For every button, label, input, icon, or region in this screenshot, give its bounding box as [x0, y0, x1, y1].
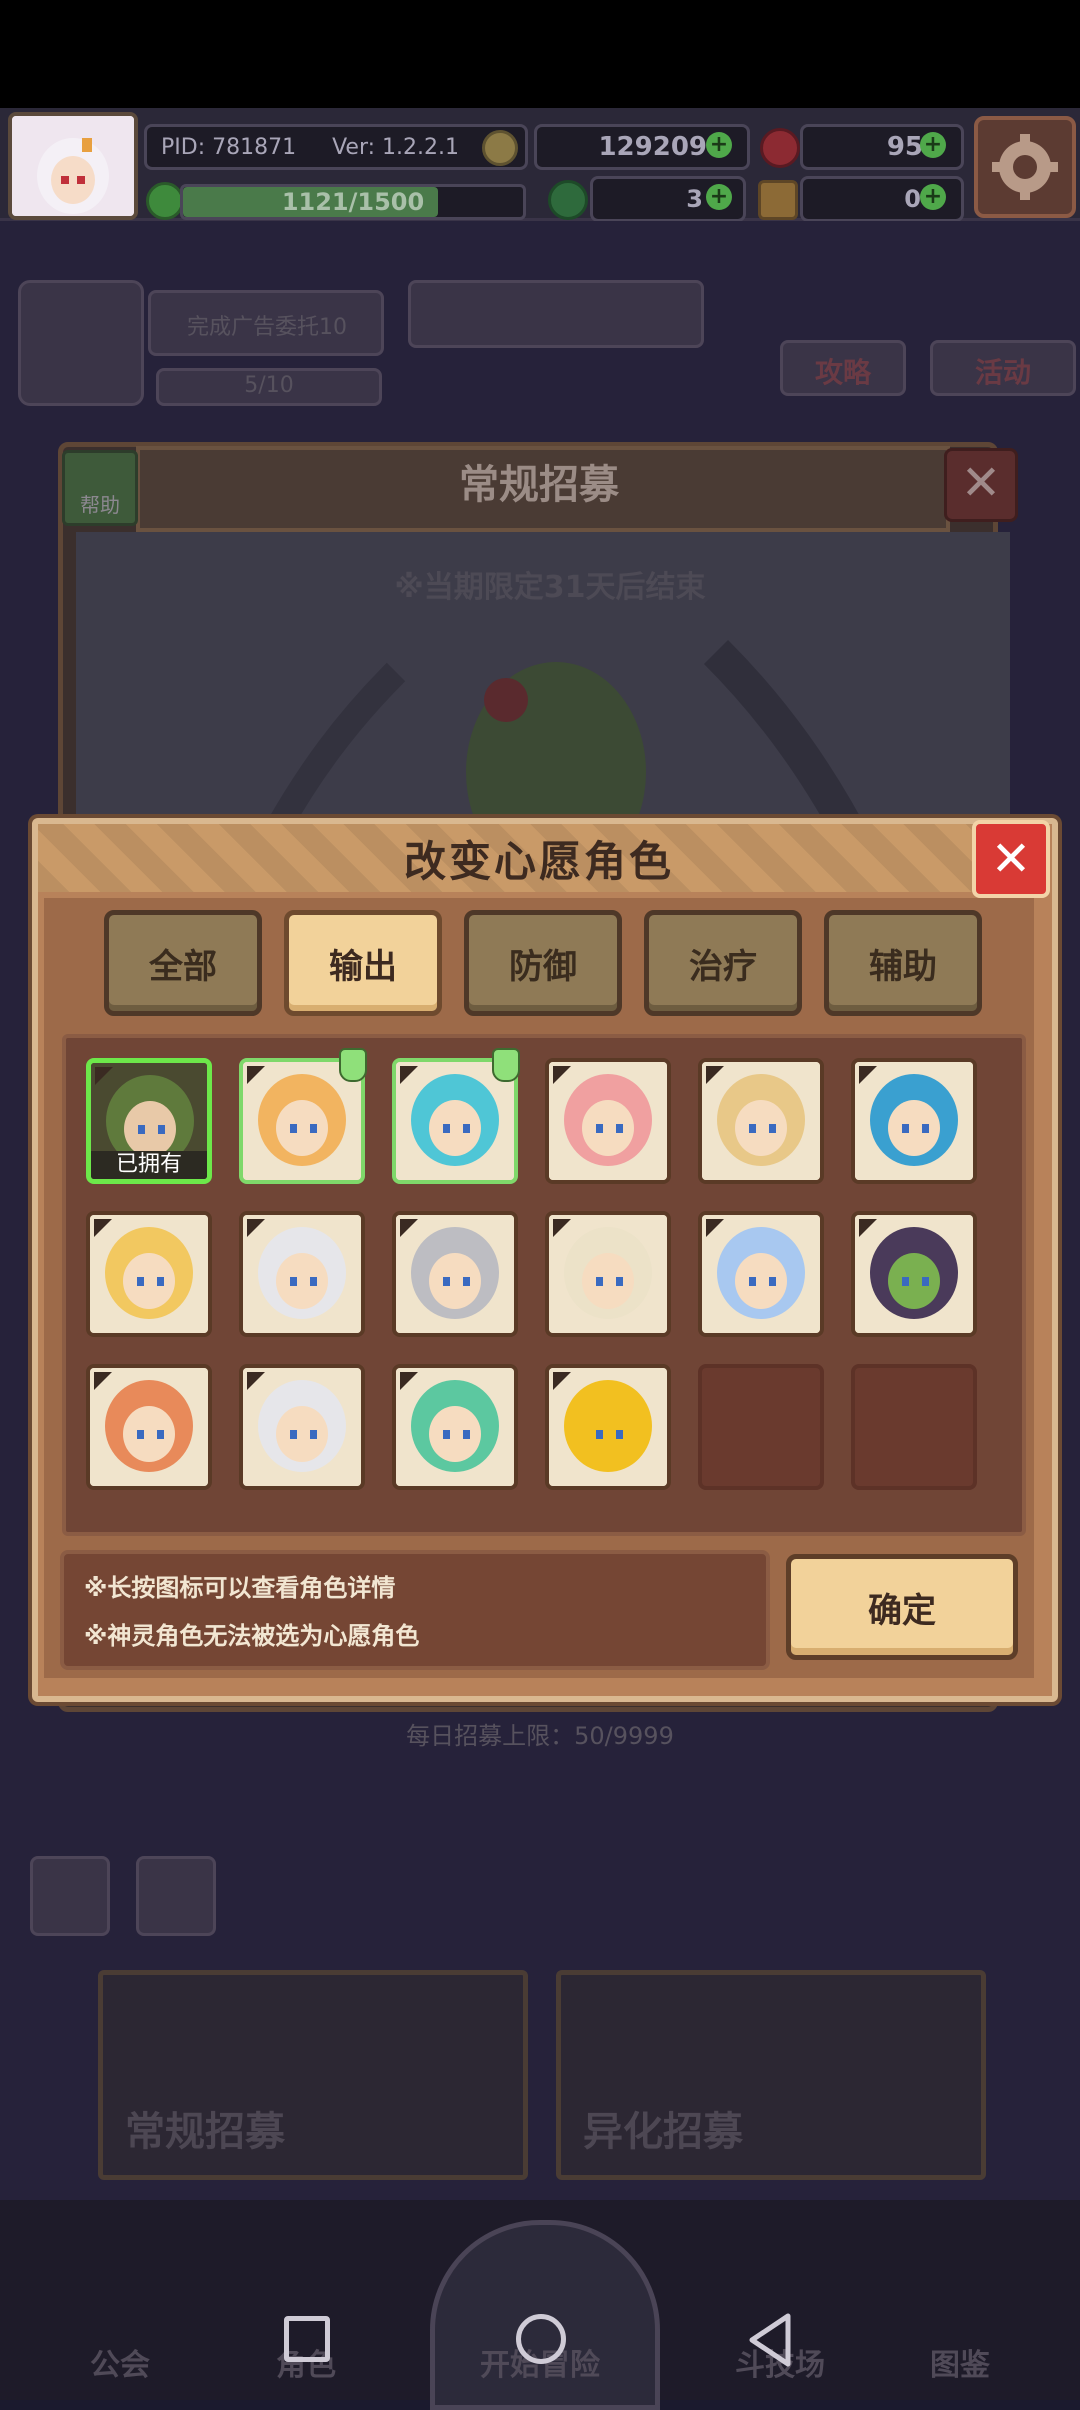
strategy-label: 攻略	[814, 356, 871, 389]
gold-amount: 129209	[598, 132, 707, 162]
character-portrait	[90, 1368, 208, 1486]
stamina-bar: 1121/1500	[180, 184, 526, 220]
notes-box: ※长按图标可以查看角色详情 ※神灵角色无法被选为心愿角色	[60, 1550, 770, 1670]
activity-label: 活动	[974, 356, 1031, 389]
stamina-value: 1121/1500	[281, 188, 425, 216]
character-portrait	[396, 1215, 514, 1333]
recruit-panel-title: 常规招募	[459, 462, 619, 508]
character-slot[interactable]	[239, 1364, 365, 1490]
close-icon: ✕	[990, 831, 1032, 887]
empty-character-slot	[698, 1364, 824, 1490]
add-item-plus-icon[interactable]: +	[920, 184, 946, 210]
settings-button[interactable]	[974, 116, 1076, 218]
character-slot[interactable]	[392, 1364, 518, 1490]
close-icon: ✕	[960, 455, 1002, 511]
task-text: 完成广告委托10	[187, 315, 347, 340]
item-icon	[758, 180, 798, 220]
character-portrait	[549, 1368, 667, 1486]
normal-recruit-label: 常规招募	[125, 2109, 285, 2155]
note-long-press: ※长按图标可以查看角色详情	[84, 1574, 396, 1602]
character-slot[interactable]	[851, 1211, 977, 1337]
mutation-recruit-tab: 异化招募	[556, 1970, 986, 2180]
dialog-title: 改变心愿角色	[403, 837, 674, 886]
clover-amount: 3	[686, 185, 703, 213]
tab-healing[interactable]: 治疗	[644, 910, 802, 1016]
tab-output[interactable]: 输出	[284, 910, 442, 1016]
add-clover-plus-icon[interactable]: +	[706, 184, 732, 210]
wish-badge-icon	[492, 1048, 520, 1082]
task-progress-text: 5/10	[244, 373, 294, 398]
character-portrait	[702, 1215, 820, 1333]
character-portrait	[90, 1215, 208, 1333]
character-portrait	[396, 1368, 514, 1486]
help-label: 帮助	[80, 493, 120, 517]
daily-recruit-limit: 每日招募上限：50/9999	[406, 1722, 674, 1750]
game-version: Ver: 1.2.2.1	[332, 134, 460, 160]
activity-button: 活动	[930, 340, 1076, 396]
mutation-recruit-label: 异化招募	[583, 2109, 743, 2155]
recruit-close-button: ✕	[944, 448, 1018, 522]
dialog-close-button[interactable]: ✕	[972, 820, 1050, 898]
task-progress-bar: 5/10	[156, 368, 382, 406]
menu-icon-2	[136, 1856, 216, 1936]
nav-codex: 图鉴	[930, 2348, 990, 2383]
empty-character-slot	[851, 1364, 977, 1490]
character-slot[interactable]	[392, 1211, 518, 1337]
item-amount: 0	[904, 185, 921, 213]
character-portrait	[549, 1215, 667, 1333]
gear-icon	[992, 134, 1058, 200]
strategy-button: 攻略	[780, 340, 906, 396]
task-banner: 完成广告委托10	[148, 290, 384, 356]
gold-coin-icon	[482, 130, 518, 166]
menu-icon-1	[30, 1856, 110, 1936]
tab-support[interactable]: 辅助	[824, 910, 982, 1016]
add-gold-plus-icon[interactable]: +	[706, 132, 732, 158]
character-slot[interactable]: 已拥有	[86, 1058, 212, 1184]
ruby-gem-icon	[760, 128, 800, 168]
character-slot[interactable]	[545, 1364, 671, 1490]
clover-icon	[548, 180, 588, 220]
character-slot[interactable]	[851, 1058, 977, 1184]
limited-period-notice: ※当期限定31天后结束	[394, 570, 706, 605]
confirm-button[interactable]: 确定	[786, 1554, 1018, 1660]
character-slot[interactable]	[86, 1211, 212, 1337]
add-gem-plus-icon[interactable]: +	[920, 132, 946, 158]
status-bar	[0, 0, 1080, 108]
background-banner	[408, 280, 704, 348]
recent-apps-button[interactable]	[284, 2316, 330, 2362]
normal-recruit-tab: 常规招募	[98, 1970, 528, 2180]
note-deity-restriction: ※神灵角色无法被选为心愿角色	[84, 1622, 420, 1650]
stamina-icon	[146, 182, 184, 220]
character-portrait	[243, 1215, 361, 1333]
wish-badge-icon	[339, 1048, 367, 1082]
character-slot[interactable]	[545, 1058, 671, 1184]
character-portrait	[549, 1062, 667, 1180]
nav-guild: 公会	[90, 2348, 150, 2383]
avatar-portrait	[12, 116, 134, 216]
tab-defense[interactable]: 防御	[464, 910, 622, 1016]
character-slot[interactable]	[86, 1364, 212, 1490]
player-avatar[interactable]	[8, 112, 138, 220]
character-slot[interactable]	[698, 1058, 824, 1184]
character-slot[interactable]	[698, 1211, 824, 1337]
character-portrait	[243, 1368, 361, 1486]
character-slot[interactable]	[239, 1211, 365, 1337]
character-portrait	[855, 1062, 973, 1180]
help-button: 帮助	[62, 450, 138, 526]
apple-event-icon	[18, 280, 144, 406]
player-info-bar: PID: 781871 Ver: 1.2.2.1	[144, 124, 528, 170]
character-portrait	[702, 1062, 820, 1180]
owned-label: 已拥有	[91, 1151, 207, 1179]
home-button[interactable]	[516, 2314, 566, 2364]
gem-amount: 95	[886, 132, 923, 162]
character-slot[interactable]	[545, 1211, 671, 1337]
tab-all[interactable]: 全部	[104, 910, 262, 1016]
character-portrait	[855, 1215, 973, 1333]
back-button[interactable]	[744, 2312, 794, 2368]
player-id: PID: 781871	[161, 134, 297, 160]
